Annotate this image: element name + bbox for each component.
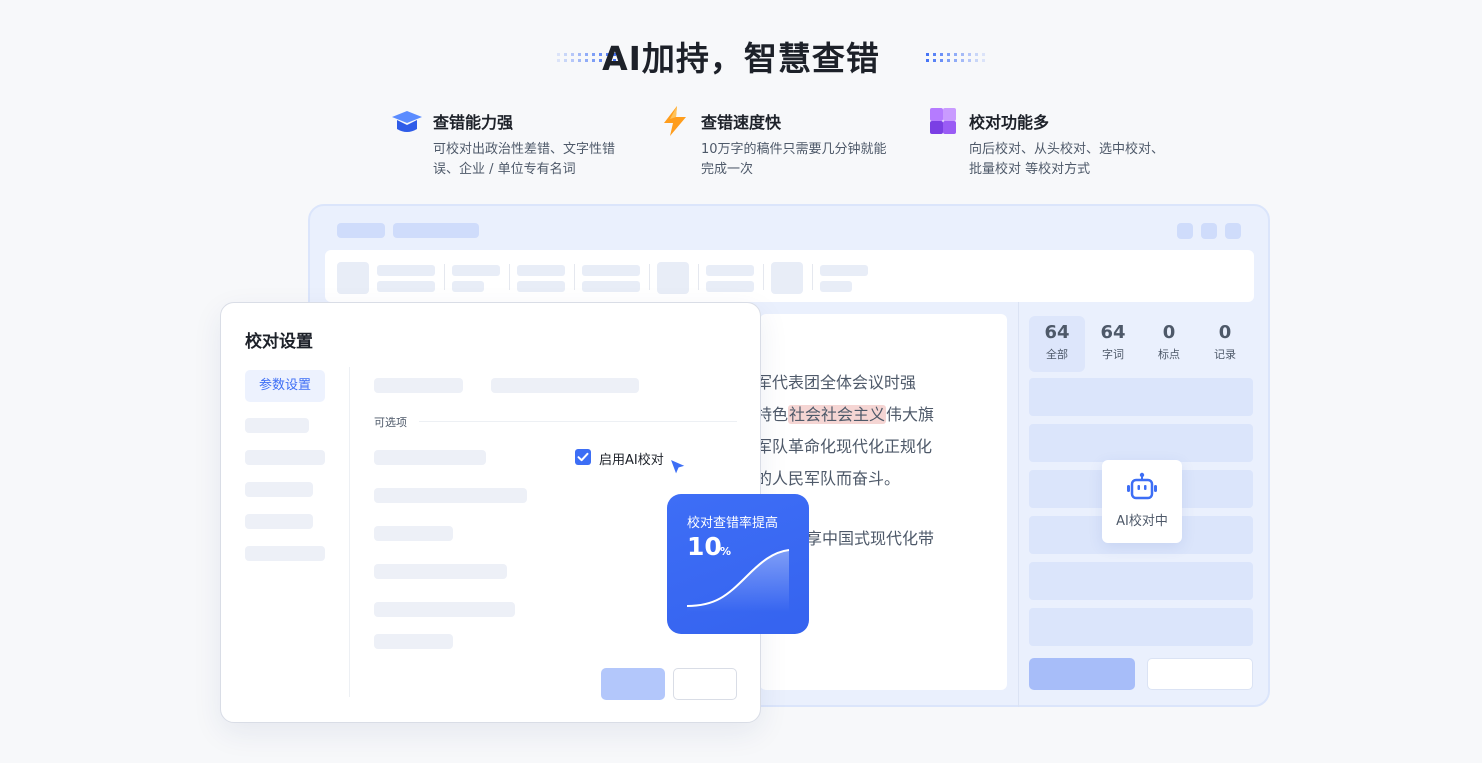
minimize-button[interactable] bbox=[1177, 223, 1193, 239]
nav-item-parameter-settings[interactable]: 参数设置 bbox=[245, 370, 325, 402]
nav-item[interactable] bbox=[245, 482, 313, 497]
feature-title: 查错速度快 bbox=[701, 113, 782, 132]
result-item[interactable] bbox=[1029, 424, 1253, 462]
stat-tab-punctuation[interactable]: 0 标点 bbox=[1141, 316, 1197, 372]
heading-dots-right-decoration bbox=[926, 53, 985, 62]
setting-placeholder bbox=[374, 564, 507, 579]
toolbar-label bbox=[582, 265, 640, 276]
feature-description: 向后校对、从头校对、选中校对、批量校对 等校对方式 bbox=[969, 142, 1165, 177]
robot-icon bbox=[1127, 472, 1157, 500]
checkmark-icon bbox=[577, 452, 589, 462]
section-divider bbox=[419, 421, 737, 422]
toolbar-separator bbox=[812, 264, 813, 290]
feature-title: 查错能力强 bbox=[433, 113, 514, 132]
toolbar-button[interactable] bbox=[657, 262, 689, 294]
toolbar-label bbox=[452, 281, 484, 292]
feature-description: 可校对出政治性差错、文字性错误、企业 / 单位专有名词 bbox=[433, 142, 616, 177]
document-line: 军队革命化现代化正规化 bbox=[756, 437, 933, 456]
ai-status-label: AI校对中 bbox=[1116, 514, 1168, 529]
toolbar-label bbox=[377, 265, 435, 276]
lightning-icon bbox=[664, 106, 686, 136]
toolbar-button[interactable] bbox=[337, 262, 369, 294]
document-line: 的人民军队而奋斗。 bbox=[756, 469, 901, 488]
title-placeholder bbox=[337, 223, 385, 238]
enable-ai-label[interactable]: 启用AI校对 bbox=[599, 449, 664, 468]
toolbar bbox=[325, 250, 1254, 302]
accuracy-improvement-card: 校对查错率提高 10 % bbox=[667, 494, 809, 634]
feature-title: 校对功能多 bbox=[969, 113, 1050, 132]
card-title: 校对查错率提高 bbox=[687, 516, 779, 531]
toolbar-label bbox=[820, 265, 868, 276]
setting-placeholder bbox=[374, 488, 527, 503]
nav-item[interactable] bbox=[245, 546, 325, 561]
toolbar-label bbox=[377, 281, 435, 292]
setting-placeholder bbox=[374, 634, 453, 649]
toolbar-label bbox=[517, 265, 565, 276]
stat-tab-all[interactable]: 64 全部 bbox=[1029, 316, 1085, 372]
nav-item[interactable] bbox=[245, 418, 309, 433]
toolbar-button[interactable] bbox=[771, 262, 803, 294]
setting-placeholder bbox=[374, 602, 515, 617]
toolbar-label bbox=[820, 281, 852, 292]
toolbar-separator bbox=[698, 264, 699, 290]
document-line: 特色社会社会主义伟大旗 bbox=[756, 405, 935, 424]
maximize-button[interactable] bbox=[1201, 223, 1217, 239]
toolbar-separator bbox=[649, 264, 650, 290]
toolbar-label bbox=[706, 265, 754, 276]
nav-item[interactable] bbox=[245, 514, 313, 529]
feature-description: 10万字的稿件只需要几分钟就能完成一次 bbox=[701, 142, 887, 177]
setting-placeholder bbox=[374, 378, 463, 393]
toolbar-separator bbox=[763, 264, 764, 290]
toolbar-separator bbox=[444, 264, 445, 290]
result-item[interactable] bbox=[1029, 608, 1253, 646]
stat-tab-records[interactable]: 0 记录 bbox=[1197, 316, 1253, 372]
sidebar-secondary-button[interactable] bbox=[1147, 658, 1253, 690]
nav-item[interactable] bbox=[245, 450, 325, 465]
graduation-cap-icon bbox=[392, 111, 422, 132]
toolbar-separator bbox=[509, 264, 510, 290]
page-heading: AI加持，智慧查错 bbox=[602, 39, 880, 78]
enable-ai-checkbox[interactable] bbox=[575, 449, 591, 465]
confirm-button[interactable] bbox=[601, 668, 665, 700]
sidebar-primary-button[interactable] bbox=[1029, 658, 1135, 690]
title-placeholder bbox=[393, 223, 479, 238]
toolbar-label bbox=[706, 281, 754, 292]
toolbar-label bbox=[517, 281, 565, 292]
dialog-divider bbox=[349, 367, 350, 697]
close-button[interactable] bbox=[1225, 223, 1241, 239]
stat-tab-words[interactable]: 64 字词 bbox=[1085, 316, 1141, 372]
toolbar-label bbox=[452, 265, 500, 276]
document-line: 军代表团全体会议时强 bbox=[756, 373, 917, 392]
result-item[interactable] bbox=[1029, 378, 1253, 416]
cancel-button[interactable] bbox=[673, 668, 737, 700]
dialog-title: 校对设置 bbox=[245, 332, 313, 352]
setting-placeholder bbox=[491, 378, 639, 393]
setting-placeholder bbox=[374, 526, 453, 541]
grid-cube-icon bbox=[930, 108, 956, 134]
growth-curve-graphic bbox=[686, 549, 790, 612]
toolbar-separator bbox=[574, 264, 575, 290]
optional-section-label: 可选项 bbox=[374, 416, 407, 429]
setting-placeholder bbox=[374, 450, 486, 465]
result-item[interactable] bbox=[1029, 562, 1253, 600]
mouse-cursor-icon bbox=[669, 458, 687, 476]
document-line: 享中国式现代化带 bbox=[806, 529, 935, 548]
ai-status-card: AI校对中 bbox=[1102, 460, 1182, 543]
sidebar-divider bbox=[1018, 302, 1019, 707]
toolbar-label bbox=[582, 281, 640, 292]
error-highlight[interactable]: 社会社会主义 bbox=[788, 405, 887, 424]
